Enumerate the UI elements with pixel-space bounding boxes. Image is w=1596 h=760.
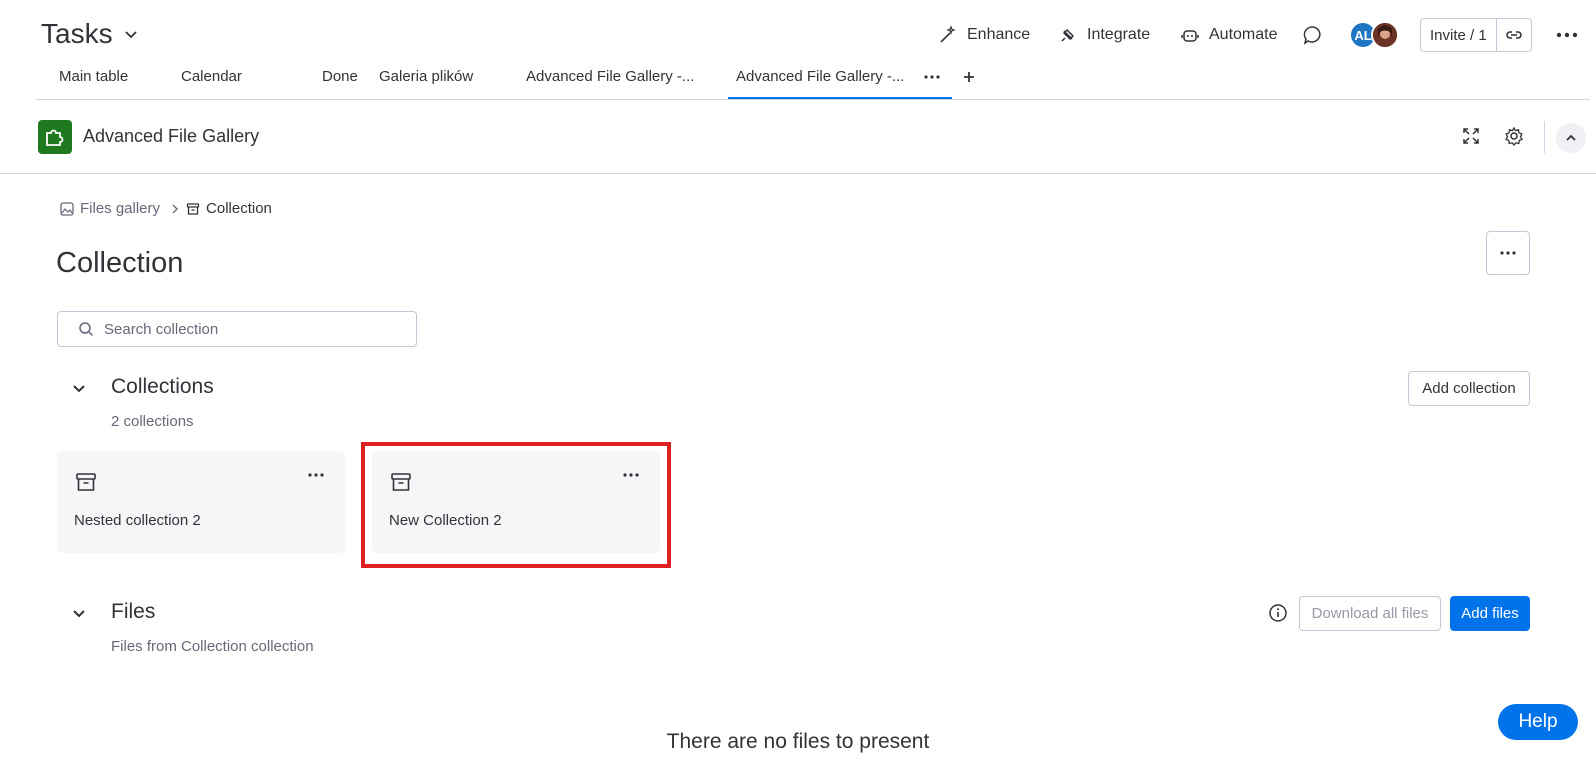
gear-icon[interactable] [1504, 126, 1524, 146]
search-input[interactable]: Search collection [57, 311, 417, 347]
integrate-button[interactable]: Integrate [1058, 20, 1150, 50]
highlight-box [361, 442, 671, 568]
archive-icon [75, 471, 97, 493]
chevron-down-icon [72, 381, 86, 395]
invite-label[interactable]: Invite / 1 [1421, 19, 1497, 51]
collections-count: 2 collections [111, 413, 194, 430]
tab-more-icon[interactable] [923, 72, 941, 82]
magic-wand-icon [938, 25, 958, 45]
more-options-icon[interactable] [1555, 27, 1579, 43]
search-icon [78, 321, 94, 337]
tab-main-table[interactable]: Main table [59, 68, 128, 85]
automate-button[interactable]: Automate [1180, 20, 1277, 50]
board-title-text: Tasks [41, 18, 113, 49]
help-button[interactable]: Help [1498, 704, 1578, 740]
plug-icon [1058, 25, 1078, 45]
tab-advanced-file-gallery-2[interactable]: Advanced File Gallery -... [736, 68, 904, 85]
divider [1544, 121, 1545, 153]
collections-title: Collections [111, 375, 214, 398]
collection-more-button[interactable] [1486, 231, 1530, 275]
collection-name: Nested collection 2 [74, 512, 201, 529]
robot-icon [1180, 25, 1200, 45]
enhance-button[interactable]: Enhance [938, 20, 1030, 50]
chat-bubble-icon[interactable] [1302, 24, 1324, 46]
files-toggle[interactable] [69, 603, 89, 623]
tab-advanced-file-gallery-1[interactable]: Advanced File Gallery -... [526, 68, 694, 85]
collection-card[interactable]: Nested collection 2 [57, 451, 345, 553]
tab-done[interactable]: Done [322, 68, 358, 85]
download-all-files-button[interactable]: Download all files [1299, 596, 1441, 631]
integrate-label: Integrate [1087, 26, 1151, 43]
add-collection-button[interactable]: Add collection [1408, 371, 1530, 406]
chevron-down-icon[interactable] [123, 26, 139, 42]
breadcrumb: Files gallery Collection [60, 200, 272, 217]
chevron-down-icon [72, 606, 86, 620]
active-tab-indicator [728, 97, 952, 99]
collections-toggle[interactable] [69, 378, 89, 398]
info-icon[interactable] [1268, 603, 1288, 623]
tab-galeria-plikow[interactable]: Galeria plików [379, 68, 473, 85]
empty-state-message: There are no files to present [666, 730, 930, 753]
puzzle-icon [38, 120, 72, 154]
breadcrumb-root[interactable]: Files gallery [80, 200, 160, 217]
more-options-icon [1499, 249, 1517, 257]
search-placeholder: Search collection [104, 320, 219, 338]
card-more-icon[interactable] [307, 471, 325, 479]
view-tabs: Main table Calendar Done Galeria plików … [36, 64, 1590, 100]
link-icon[interactable] [1497, 19, 1531, 51]
tab-calendar[interactable]: Calendar [181, 68, 242, 85]
breadcrumb-current: Collection [206, 200, 272, 217]
page-title: Collection [56, 247, 184, 279]
files-subtitle: Files from Collection collection [111, 638, 314, 655]
add-files-button[interactable]: Add files [1450, 596, 1530, 631]
board-title[interactable]: Tasks [41, 18, 139, 50]
fullscreen-icon[interactable] [1461, 126, 1481, 146]
avatar-photo[interactable] [1371, 21, 1399, 49]
app-name: Advanced File Gallery [83, 126, 260, 146]
chevron-right-icon [170, 203, 180, 215]
invite-button[interactable]: Invite / 1 [1420, 18, 1532, 52]
chevron-up-icon [1565, 132, 1577, 144]
image-icon [60, 201, 74, 216]
collapse-button[interactable] [1556, 123, 1586, 153]
files-title: Files [111, 600, 156, 623]
enhance-label: Enhance [967, 26, 1031, 43]
automate-label: Automate [1209, 26, 1278, 43]
add-view-icon[interactable] [962, 70, 976, 84]
archive-icon [186, 202, 200, 216]
